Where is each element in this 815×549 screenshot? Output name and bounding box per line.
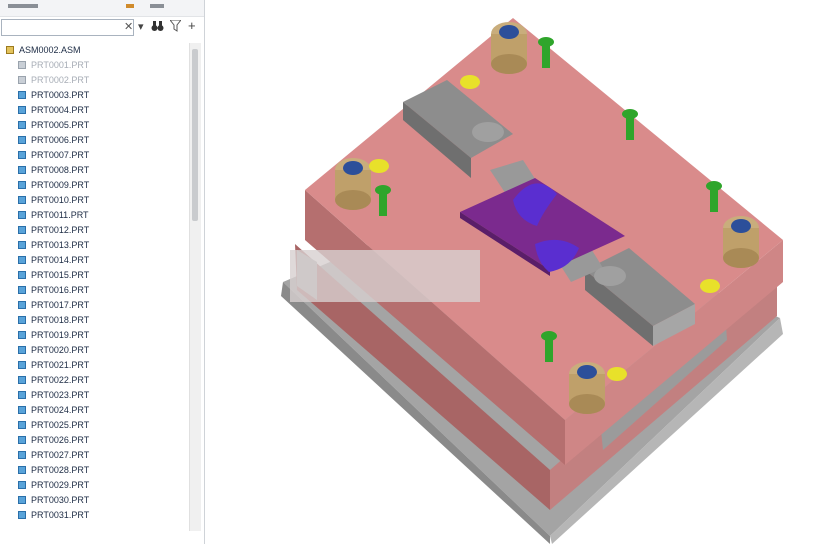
part-icon <box>18 106 26 114</box>
close-icon[interactable]: ✕ <box>124 20 133 33</box>
tree-item-label: PRT0017.PRT <box>31 300 90 310</box>
tree-item-label: PRT0026.PRT <box>31 435 90 445</box>
tree-item-label: PRT0011.PRT <box>31 210 89 220</box>
tree-item-label: PRT0012.PRT <box>31 225 90 235</box>
part-icon <box>18 346 26 354</box>
tree-item-label: PRT0021.PRT <box>31 360 90 370</box>
part-icon <box>18 451 26 459</box>
tree-item-label: PRT0008.PRT <box>31 165 90 175</box>
tree-item-label: PRT0020.PRT <box>31 345 90 355</box>
part-icon <box>18 76 26 84</box>
tree-item-label: PRT0010.PRT <box>31 195 90 205</box>
part-icon <box>18 91 26 99</box>
tree-item-label: PRT0015.PRT <box>31 270 90 280</box>
part-icon <box>18 376 26 384</box>
tree-item-label: PRT0027.PRT <box>31 450 90 460</box>
binoculars-icon[interactable] <box>151 20 164 35</box>
part-icon <box>18 481 26 489</box>
part-icon <box>18 391 26 399</box>
part-icon <box>18 316 26 324</box>
tree-item-label: PRT0014.PRT <box>31 255 90 265</box>
filter-icon[interactable] <box>168 19 183 35</box>
panel-header <box>0 0 204 17</box>
tree-item-label: PRT0007.PRT <box>31 150 90 160</box>
chevron-down-icon[interactable]: ▾ <box>138 20 144 33</box>
model-tree: ASM0002.ASM PRT0001.PRT PRT0002.PRT PRT000… <box>0 43 188 533</box>
part-icon <box>18 436 26 444</box>
part-icon <box>18 136 26 144</box>
part-icon <box>18 301 26 309</box>
part-icon <box>18 151 26 159</box>
tree-item-label: PRT0016.PRT <box>31 285 90 295</box>
tree-item-label: PRT0005.PRT <box>31 120 90 130</box>
part-icon <box>18 211 26 219</box>
part-icon <box>18 511 26 519</box>
settings-icon[interactable] <box>126 4 134 8</box>
tree-item-label: PRT0009.PRT <box>31 180 90 190</box>
part-icon <box>18 121 26 129</box>
tree-item-label: PRT0022.PRT <box>31 375 90 385</box>
mold-assembly-model[interactable] <box>205 0 815 544</box>
part-icon <box>18 226 26 234</box>
search-row: ✕ ▾ + <box>0 18 204 40</box>
panel-title-bar <box>8 4 38 8</box>
tree-item-label: PRT0019.PRT <box>31 330 90 340</box>
tree-item-label: PRT0028.PRT <box>31 465 90 475</box>
part-icon <box>18 181 26 189</box>
3d-viewport[interactable] <box>205 0 815 544</box>
part-icon <box>18 406 26 414</box>
part-icon <box>18 196 26 204</box>
tree-item-label: PRT0013.PRT <box>31 240 90 250</box>
tree-item-label: PRT0029.PRT <box>31 480 90 490</box>
tree-item-label: PRT0023.PRT <box>31 390 90 400</box>
part-icon <box>18 496 26 504</box>
panel-tab[interactable] <box>150 4 164 8</box>
tree-item-label: PRT0031.PRT <box>31 510 90 520</box>
part-icon <box>18 331 26 339</box>
tree-item-label: PRT0024.PRT <box>31 405 90 415</box>
scrollbar-thumb[interactable] <box>192 49 198 221</box>
part-icon <box>18 466 26 474</box>
tree-scrollbar[interactable] <box>189 43 201 531</box>
plus-icon[interactable]: + <box>188 18 196 33</box>
part-icon <box>18 421 26 429</box>
tree-item-label: PRT0002.PRT <box>31 75 90 85</box>
part-icon <box>18 241 26 249</box>
tree-item-label: PRT0006.PRT <box>31 135 90 145</box>
tree-item-label: PRT0018.PRT <box>31 315 90 325</box>
part-icon <box>18 61 26 69</box>
part-icon <box>18 286 26 294</box>
tree-root-label: ASM0002.ASM <box>19 45 81 55</box>
tree-item-label: PRT0003.PRT <box>31 90 90 100</box>
part-icon <box>18 361 26 369</box>
part-icon <box>18 166 26 174</box>
part-icon <box>18 271 26 279</box>
assembly-icon <box>6 46 14 54</box>
search-input[interactable] <box>1 19 134 36</box>
tree-item-label: PRT0001.PRT <box>31 60 90 70</box>
tree-item-label: PRT0025.PRT <box>31 420 90 430</box>
part-icon <box>18 256 26 264</box>
tree-item-label: PRT0030.PRT <box>31 495 90 505</box>
tree-item-label: PRT0004.PRT <box>31 105 90 115</box>
model-tree-panel: ✕ ▾ + ASM0002.ASM PRT0001.PRT PRT0002.PRT… <box>0 0 205 544</box>
